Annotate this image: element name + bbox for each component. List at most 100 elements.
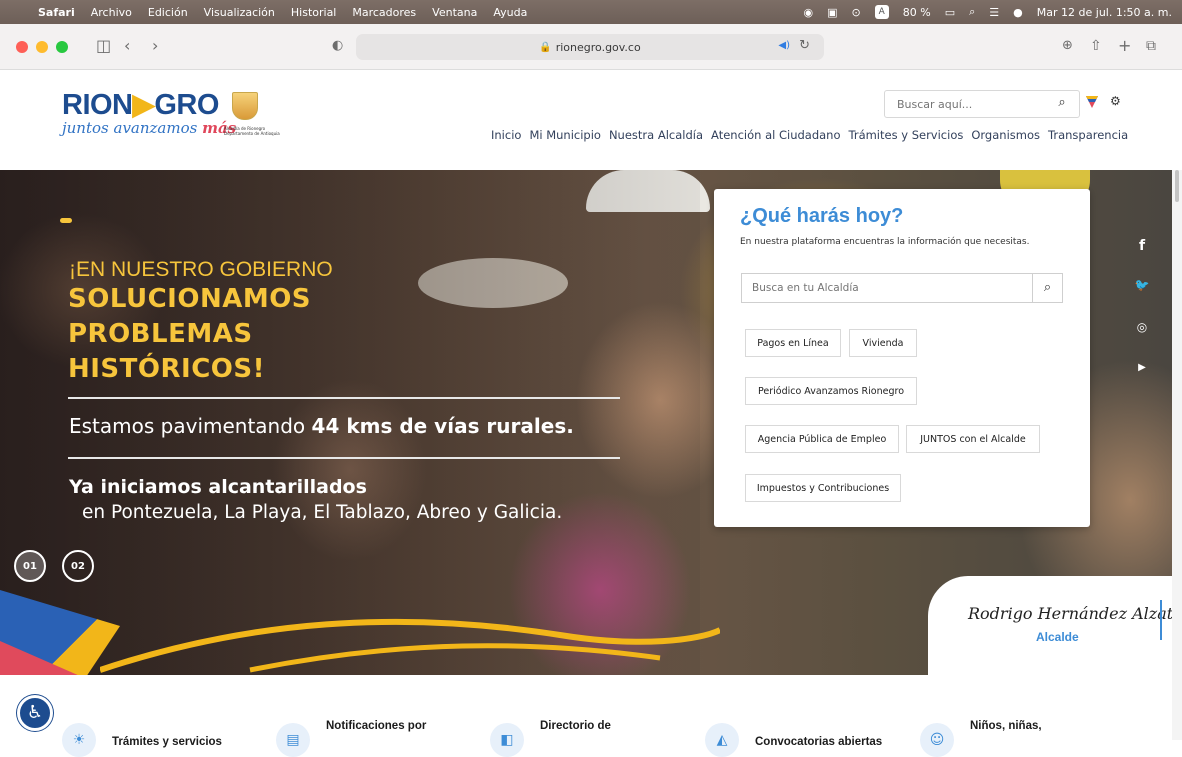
close-window-button[interactable]: [16, 41, 28, 53]
screen-share-icon[interactable]: ▣: [827, 6, 837, 19]
zoom-window-button[interactable]: [56, 41, 68, 53]
search-icon[interactable]: ⌕: [1049, 95, 1075, 115]
quick-access-card: ¿Qué harás hoy? En nuestra plataforma en…: [714, 189, 1090, 527]
sun-icon: ☀: [62, 723, 96, 757]
new-tab-icon[interactable]: +: [1118, 36, 1131, 56]
menu-edicion[interactable]: Edición: [148, 6, 188, 19]
search-icon[interactable]: ⌕: [1032, 274, 1062, 302]
periodico-button[interactable]: Periódico Avanzamos Rionegro: [745, 377, 917, 405]
municipal-shield-icon: [232, 92, 258, 120]
signature-accent-bar: [1160, 600, 1162, 640]
service-directorio[interactable]: ◧ Directorio de: [490, 720, 611, 757]
audio-playing-icon[interactable]: ◀): [778, 40, 790, 51]
scrollbar-thumb[interactable]: [1175, 170, 1179, 202]
menu-archivo[interactable]: Archivo: [91, 6, 132, 19]
facebook-icon[interactable]: f: [1134, 238, 1150, 254]
slide-indicator-1[interactable]: 01: [14, 550, 46, 582]
service-notificaciones[interactable]: ▤ Notificaciones por: [276, 720, 426, 757]
share-icon[interactable]: ⇧: [1090, 36, 1102, 56]
site-header: RION▶GRO juntos avanzamos más Alcaldía d…: [0, 70, 1182, 170]
downloads-icon[interactable]: ⊕: [1062, 36, 1073, 56]
menu-visualizacion[interactable]: Visualización: [204, 6, 275, 19]
menu-historial[interactable]: Historial: [291, 6, 336, 19]
brand-yellow-swoosh: [100, 618, 720, 673]
back-arrow-icon[interactable]: ‹: [124, 36, 130, 56]
hero-paving-text: Estamos pavimentando 44 kms de vías rura…: [69, 414, 574, 438]
siri-icon[interactable]: ●: [1013, 6, 1023, 19]
instagram-icon[interactable]: ◎: [1134, 320, 1150, 334]
battery-icon[interactable]: ▭: [945, 6, 955, 19]
minimize-window-button[interactable]: [36, 41, 48, 53]
main-navigation: Inicio Mi Municipio Nuestra Alcaldía Ate…: [491, 128, 1128, 142]
nav-transparencia[interactable]: Transparencia: [1048, 128, 1128, 142]
site-search: ⌕: [884, 90, 1080, 118]
nav-mi-municipio[interactable]: Mi Municipio: [529, 128, 601, 142]
nav-inicio[interactable]: Inicio: [491, 128, 521, 142]
tab-overview-icon[interactable]: ⧉: [1146, 36, 1156, 56]
battery-percentage[interactable]: 80 %: [903, 6, 931, 19]
sidebar-toggle-icon[interactable]: ◫: [96, 36, 111, 56]
twitter-icon[interactable]: 🐦: [1134, 278, 1150, 292]
services-strip: ♿ ☀ Trámites y servicios ▤ Notificacione…: [0, 675, 1172, 757]
mayor-role: Alcalde: [1036, 630, 1079, 644]
service-ninos[interactable]: ☺ Niños, niñas,: [920, 720, 1042, 757]
hero-divider: [68, 457, 620, 459]
slide-indicator-2[interactable]: 02: [62, 550, 94, 582]
service-label: Directorio de: [540, 720, 611, 732]
reload-icon[interactable]: ↻: [799, 38, 810, 53]
card-search-input[interactable]: [742, 274, 1032, 302]
hero-divider: [68, 397, 620, 399]
address-bar[interactable]: 🔒 rionegro.gov.co ◀) ↻: [356, 34, 824, 60]
mayor-name: Rodrigo Hernández Alzate: [968, 604, 1172, 623]
service-convocatorias[interactable]: ◭ Convocatorias abiertas: [705, 723, 882, 757]
site-search-input[interactable]: [885, 91, 1045, 117]
menu-ventana[interactable]: Ventana: [432, 6, 477, 19]
lock-icon: 🔒: [539, 41, 552, 53]
clock[interactable]: Mar 12 de jul. 1:50 a. m.: [1037, 6, 1172, 19]
privacy-shield-icon[interactable]: ◐: [332, 36, 343, 56]
pagos-en-linea-button[interactable]: Pagos en Línea: [745, 329, 841, 357]
vivienda-button[interactable]: Vivienda: [849, 329, 917, 357]
nav-organismos[interactable]: Organismos: [971, 128, 1040, 142]
rionegro-logo[interactable]: RION▶GRO juntos avanzamos más: [62, 90, 236, 136]
page-scrollbar[interactable]: [1172, 170, 1182, 740]
card-search: ⌕: [741, 273, 1063, 303]
nav-atencion-ciudadano[interactable]: Atención al Ciudadano: [711, 128, 840, 142]
megaphone-icon: ◭: [705, 723, 739, 757]
menu-marcadores[interactable]: Marcadores: [352, 6, 416, 19]
service-label: Niños, niñas,: [970, 720, 1042, 732]
mayor-signature: Rodrigo Hernández Alzate Alcalde: [928, 576, 1172, 675]
url-text: rionegro.gov.co: [555, 40, 641, 54]
menu-safari[interactable]: Safari: [38, 6, 75, 19]
service-label: Notificaciones por: [326, 720, 427, 732]
service-tramites[interactable]: ☀ Trámites y servicios: [62, 723, 222, 757]
hero-headline-1: SOLUCIONAMOS: [68, 284, 312, 314]
colombia-flag-icon[interactable]: [1086, 96, 1098, 108]
logo-wordmark: RION▶GRO: [62, 89, 219, 121]
hero-accent-dash: [60, 218, 72, 223]
card-title: ¿Qué harás hoy?: [740, 205, 904, 227]
hero-banner: ¡EN NUESTRO GOBIERNO SOLUCIONAMOS PROBLE…: [0, 170, 1172, 675]
youtube-icon[interactable]: ▶: [1134, 362, 1150, 373]
safari-toolbar: ◫ ‹ › ◐ 🔒 rionegro.gov.co ◀) ↻ ⊕ ⇧ + ⧉: [0, 24, 1182, 70]
juntos-alcalde-button[interactable]: JUNTOS con el Alcalde: [906, 425, 1040, 453]
accessibility-settings-gear-icon[interactable]: ⚙: [1110, 94, 1121, 108]
agencia-empleo-button[interactable]: Agencia Pública de Empleo: [745, 425, 899, 453]
accessibility-icon[interactable]: ♿: [17, 695, 53, 731]
eye-icon[interactable]: ◉: [804, 6, 814, 19]
input-source-icon[interactable]: A: [874, 5, 889, 19]
hero-sewer-places: en Pontezuela, La Playa, El Tablazo, Abr…: [82, 502, 563, 523]
forward-arrow-icon[interactable]: ›: [152, 36, 158, 56]
window-controls: [16, 41, 68, 53]
menu-ayuda[interactable]: Ayuda: [493, 6, 527, 19]
hero-sewer-title: Ya iniciamos alcantarillados: [69, 476, 367, 498]
nav-tramites-servicios[interactable]: Trámites y Servicios: [849, 128, 964, 142]
impuestos-button[interactable]: Impuestos y Contribuciones: [745, 474, 901, 502]
nav-nuestra-alcaldia[interactable]: Nuestra Alcaldía: [609, 128, 703, 142]
spotlight-icon[interactable]: ⌕: [969, 5, 975, 19]
play-icon[interactable]: ⊙: [852, 6, 861, 19]
control-center-icon[interactable]: ☰: [989, 6, 999, 19]
shield-caption: Alcaldía de Rionegro Departamento de Ant…: [224, 126, 280, 136]
status-tray: ◉ ▣ ⊙ A 80 % ▭ ⌕ ☰ ● Mar 12 de jul. 1:50…: [804, 0, 1172, 24]
book-icon: ◧: [490, 723, 524, 757]
